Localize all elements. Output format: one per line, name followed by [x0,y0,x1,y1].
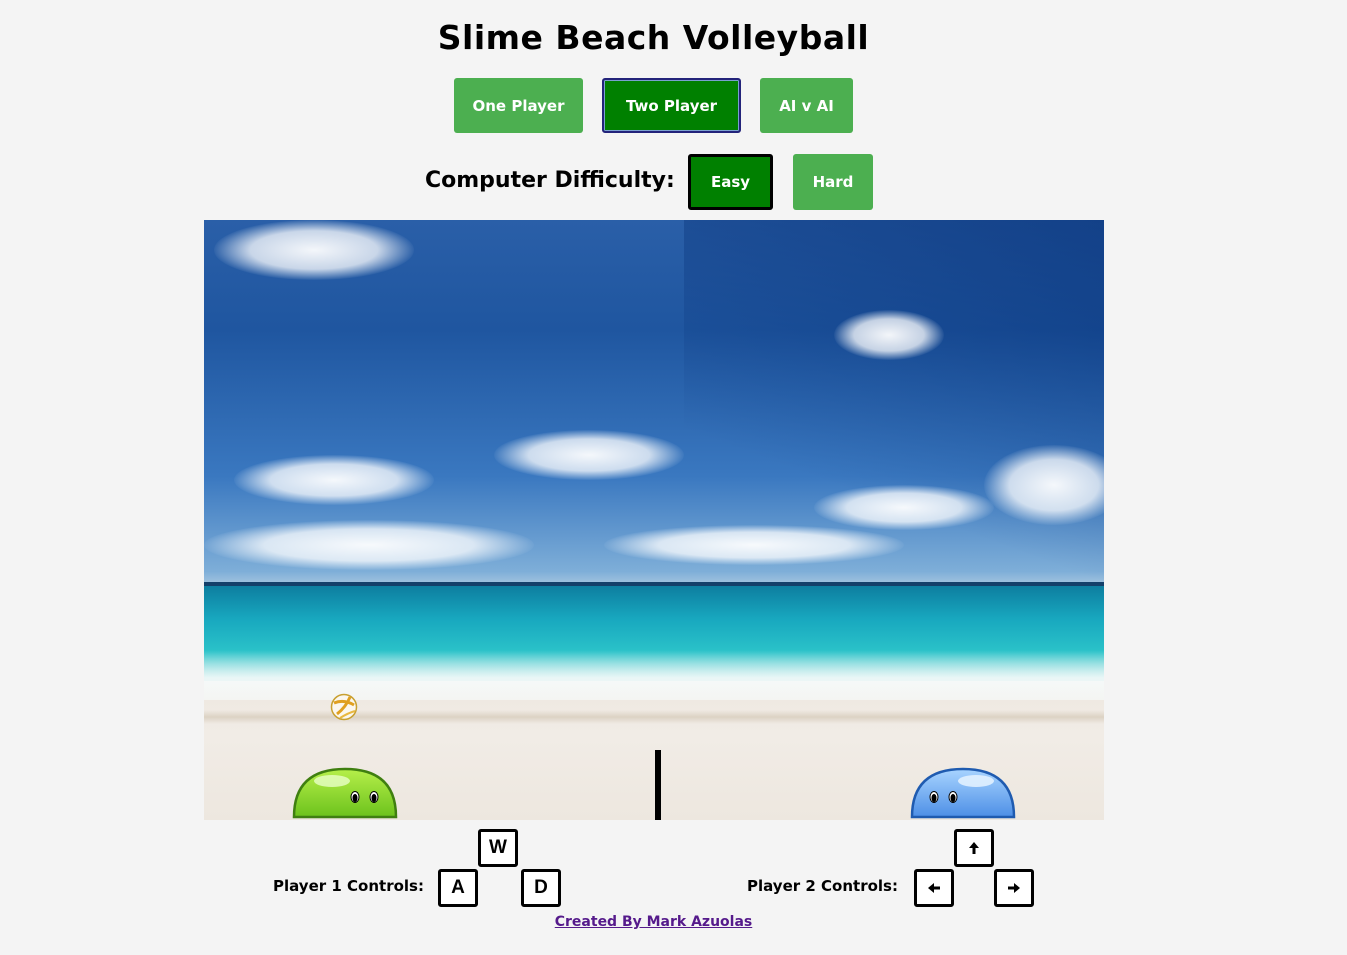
game-canvas[interactable] [204,220,1104,820]
easy-button[interactable]: Easy [688,154,773,210]
one-player-button[interactable]: One Player [454,78,583,133]
cloud [494,430,684,480]
ai-vs-ai-button[interactable]: AI v AI [760,78,853,133]
difficulty-label: Computer Difficulty: [425,168,675,193]
cloud [834,310,944,360]
key-arrow-up [954,829,994,867]
arrow-up-icon [969,842,979,854]
cloud [604,525,904,565]
two-player-button[interactable]: Two Player [602,78,741,133]
arrow-left-icon [928,883,940,893]
arrow-right-icon [1008,883,1020,893]
key-w: W [478,829,518,867]
page-title: Slime Beach Volleyball [437,18,870,57]
volleyball-icon [330,693,358,721]
key-arrow-left [914,869,954,907]
hard-button[interactable]: Hard [793,154,873,210]
cloud [814,485,994,530]
net [655,750,661,820]
credit-link[interactable]: Created By Mark Azuolas [0,914,1307,930]
page: Slime Beach Volleyball One Player Two Pl… [0,0,1347,955]
key-a: A [438,869,478,907]
key-d: D [521,869,561,907]
cloud [234,455,434,505]
player2-slime [910,767,1016,819]
cloud [204,520,534,570]
player1-slime [292,767,398,819]
cloud [214,220,414,280]
key-arrow-right [994,869,1034,907]
player2-controls-label: Player 2 Controls: [747,877,898,895]
player1-controls-label: Player 1 Controls: [273,877,424,895]
